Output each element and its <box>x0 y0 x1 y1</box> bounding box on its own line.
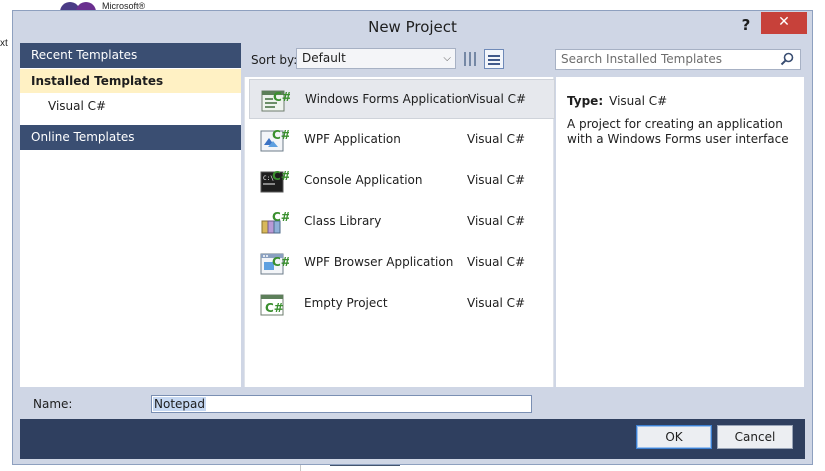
new-project-dialog: New Project ? ✕ Recent Templates Install… <box>12 10 813 465</box>
template-item-class-library[interactable]: C# Class Library Visual C# <box>249 202 555 242</box>
template-name: Console Application <box>304 173 423 187</box>
close-icon: ✕ <box>778 14 790 30</box>
svg-text:C#: C# <box>265 301 284 315</box>
ok-button[interactable]: OK <box>636 425 712 449</box>
template-name: Empty Project <box>304 296 388 310</box>
svg-text:C#: C# <box>272 255 289 269</box>
small-icons-view-button[interactable] <box>461 49 481 69</box>
search-installed-templates-input[interactable]: Search Installed Templates <box>555 49 801 70</box>
template-details-pane: Type: Visual C# A project for creating an… <box>556 77 804 387</box>
template-name: Windows Forms Application <box>305 92 470 106</box>
search-icon[interactable] <box>779 51 795 67</box>
dialog-titlebar[interactable]: New Project ? ✕ <box>13 11 812 43</box>
template-list: C# Windows Forms Application Visual C# C… <box>244 77 555 387</box>
template-item-wpf-application[interactable]: C# WPF Application Visual C# <box>249 120 555 160</box>
template-item-wpf-browser-application[interactable]: C# WPF Browser Application Visual C# <box>249 243 555 283</box>
windows-forms-icon: C# <box>261 90 290 112</box>
small-icons-view-icon <box>464 52 478 66</box>
help-button[interactable]: ? <box>735 14 757 36</box>
empty-project-icon: C# <box>260 294 284 316</box>
recent-templates-header[interactable]: Recent Templates <box>20 43 241 68</box>
name-label: Name: <box>33 397 73 411</box>
sort-by-dropdown[interactable]: Default ⌵ <box>296 48 456 69</box>
list-view-button[interactable] <box>484 49 504 69</box>
search-placeholder: Search Installed Templates <box>561 52 722 66</box>
template-language: Visual C# <box>467 255 526 269</box>
project-name-row: Name: Notepad <box>20 387 805 419</box>
dialog-footer: OK Cancel <box>20 419 805 459</box>
svg-text:C#: C# <box>272 210 289 224</box>
online-templates-header[interactable]: Online Templates <box>20 125 241 150</box>
template-item-console-application[interactable]: C:\ C# Console Application Visual C# <box>249 161 555 201</box>
console-application-icon: C:\ C# <box>260 169 289 193</box>
sort-by-value: Default <box>302 51 346 65</box>
svg-text:C#: C# <box>273 90 290 104</box>
sort-by-label: Sort by: <box>251 53 298 67</box>
project-name-value: Notepad <box>153 397 206 411</box>
template-categories-pane: Recent Templates Installed Templates Vis… <box>20 43 241 387</box>
svg-text:C#: C# <box>272 169 289 183</box>
template-type: Type: Visual C# <box>567 94 667 108</box>
cancel-button[interactable]: Cancel <box>717 425 793 449</box>
template-item-empty-project[interactable]: C# Empty Project Visual C# <box>249 284 555 324</box>
template-item-windows-forms[interactable]: C# Windows Forms Application Visual C# <box>249 79 555 119</box>
template-language: Visual C# <box>467 296 526 310</box>
template-language: Visual C# <box>468 92 527 106</box>
type-label: Type: <box>567 94 604 108</box>
template-language: Visual C# <box>467 214 526 228</box>
template-language: Visual C# <box>467 132 526 146</box>
template-language: Visual C# <box>467 173 526 187</box>
type-value: Visual C# <box>609 94 668 108</box>
svg-text:C#: C# <box>272 128 289 142</box>
class-library-icon: C# <box>261 210 289 234</box>
chevron-down-icon: ⌵ <box>443 53 451 64</box>
installed-templates-item[interactable]: Installed Templates <box>20 69 241 93</box>
template-name: Class Library <box>304 214 382 228</box>
template-name: WPF Application <box>304 132 401 146</box>
wpf-browser-icon: C# <box>260 253 289 275</box>
background-edge-text: xt <box>0 38 8 49</box>
list-view-icon <box>488 53 500 65</box>
project-name-input[interactable]: Notepad <box>151 395 532 413</box>
dialog-title: New Project <box>368 18 457 36</box>
template-description: A project for creating an application wi… <box>567 117 789 146</box>
wpf-application-icon: C# <box>260 128 289 152</box>
close-button[interactable]: ✕ <box>761 12 807 34</box>
tree-item-visual-csharp[interactable]: Visual C# <box>48 99 106 113</box>
template-name: WPF Browser Application <box>304 255 454 269</box>
